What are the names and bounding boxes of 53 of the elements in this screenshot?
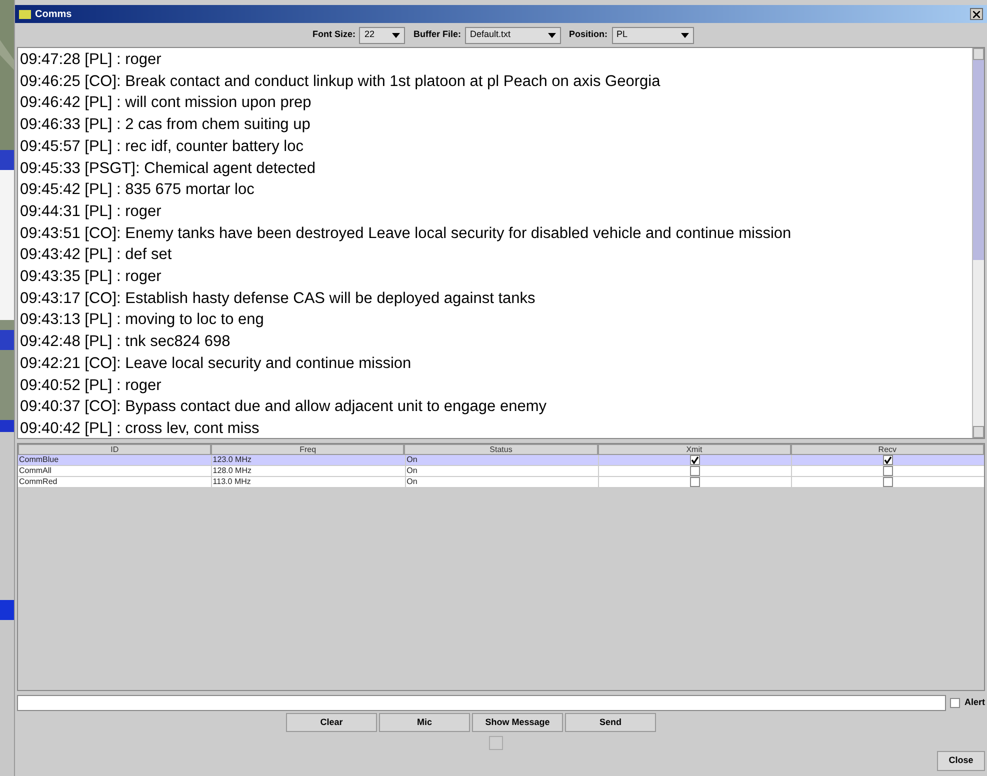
log-line: 09:42:21 [CO]: Leave local security and continue mission: [20, 354, 412, 374]
checkbox[interactable]: [950, 698, 960, 708]
log-line: 09:45:57 [PL] : rec idf, counter battery loc: [20, 136, 304, 157]
close-button[interactable]: Close: [937, 751, 985, 771]
log-line: 09:46:33 [PL] : 2 cas from chem suiting up: [20, 115, 312, 136]
field-label: Position:: [569, 28, 608, 42]
log-line: 09:43:51 [CO]: Enemy tanks have been destroyed Leave local security for disabled vehicle and continue mission: [20, 224, 792, 244]
action-button[interactable]: Clear: [286, 713, 377, 732]
dropdown[interactable]: Default.txt: [465, 26, 561, 44]
dropdown[interactable]: PL: [612, 26, 694, 44]
log-line: 09:47:28 [PL] : roger: [20, 50, 162, 70]
log-line: 09:46:25 [CO]: Break contact and conduct linkup with 1st platoon at pl Peach on axis Georgia: [20, 72, 662, 92]
log-line: 09:40:42 [PL] : cross lev, cont miss: [20, 418, 260, 438]
field-label: Buffer File:: [413, 28, 461, 42]
log-line: 09:43:13 [PL] : moving to loc to eng: [20, 310, 265, 330]
log-line: 09:43:17 [CO]: Establish hasty defense CAS will be deployed against tanks: [20, 288, 536, 309]
column-header[interactable]: Status: [404, 444, 598, 455]
message-field[interactable]: [17, 695, 946, 711]
log-line: 09:40:37 [CO]: Bypass contact due and allow adjacent unit to engage enemy: [20, 397, 548, 418]
checkbox[interactable]: [690, 477, 700, 487]
dropdown[interactable]: 22: [359, 26, 406, 44]
column-header[interactable]: Freq: [211, 444, 404, 455]
log-line: 09:40:52 [PL] : roger: [20, 376, 162, 396]
checkbox[interactable]: [883, 466, 894, 476]
log-line: 09:45:33 [PSGT]: Chemical agent detected: [20, 158, 317, 179]
caret-icon: [392, 32, 400, 38]
action-button[interactable]: Send: [565, 713, 656, 732]
log-line: 09:45:42 [PL] : 835 675 mortar loc: [20, 180, 256, 200]
close-icon[interactable]: [970, 8, 983, 20]
log-line: 09:46:42 [PL] : will cont mission upon prep: [20, 93, 312, 114]
scrollbar[interactable]: [972, 48, 984, 438]
caret-icon: [548, 32, 556, 38]
alert-label: Alert: [964, 696, 985, 710]
caret-icon: [680, 32, 688, 38]
action-button[interactable]: Show Message: [472, 713, 563, 732]
field-label: Font Size:: [312, 28, 356, 42]
log-line: 09:44:31 [PL] : roger: [20, 202, 162, 222]
checkbox[interactable]: [883, 477, 894, 487]
action-button[interactable]: Mic: [379, 713, 470, 732]
column-header[interactable]: Recv: [790, 444, 984, 455]
app-icon: [19, 10, 31, 18]
table-cell: 113.0 MHz: [212, 477, 406, 488]
table-cell: On: [406, 477, 600, 488]
log-line: 09:43:35 [PL] : roger: [20, 267, 162, 288]
log-line: 09:42:48 [PL] : tnk sec824 698: [20, 332, 232, 352]
checkbox[interactable]: [690, 455, 700, 465]
column-header[interactable]: Xmit: [598, 444, 791, 455]
column-header[interactable]: ID: [18, 444, 212, 455]
checkbox[interactable]: [883, 455, 894, 465]
checkbox[interactable]: [690, 466, 700, 476]
window-title: Comms: [35, 8, 72, 22]
table-cell: CommRed: [18, 477, 212, 488]
log-line: 09:43:42 [PL] : def set: [20, 245, 173, 266]
